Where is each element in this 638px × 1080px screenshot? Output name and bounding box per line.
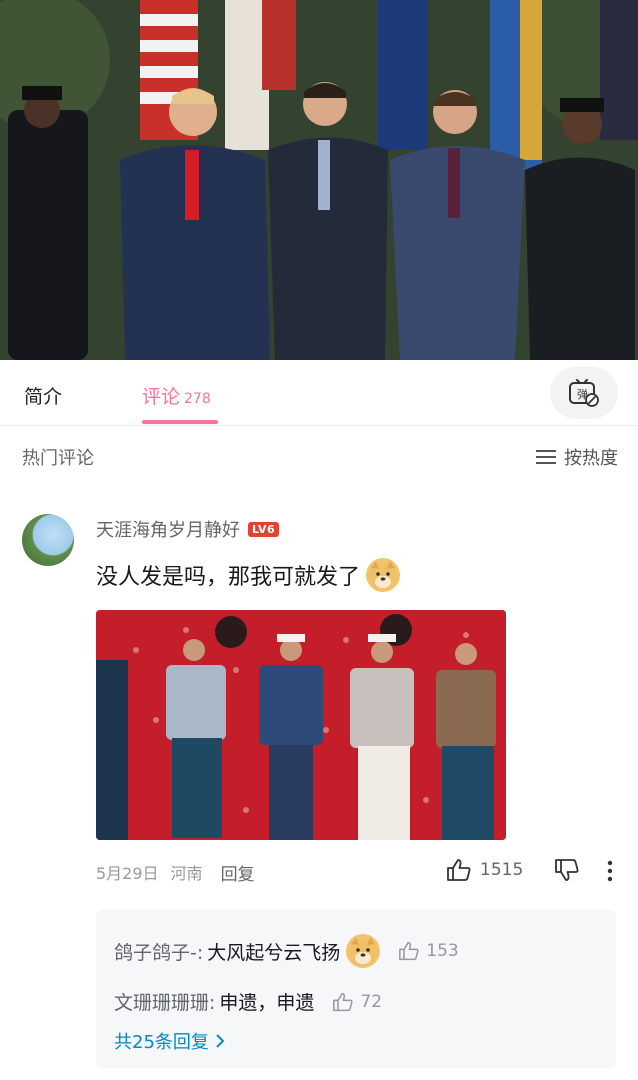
doge-emoji-icon	[366, 558, 401, 592]
thumbs-down-icon	[555, 859, 579, 881]
video-player[interactable]	[0, 0, 638, 360]
sub-reply-like-count: 72	[360, 991, 383, 1012]
sub-reply-like-button[interactable]: 72	[332, 992, 382, 1012]
thumbs-up-icon	[333, 992, 353, 1011]
comment-text: 没人发是吗，那我可就发了	[96, 565, 361, 590]
chevron-right-icon	[216, 1034, 225, 1048]
hot-comments-title: 热门评论	[22, 448, 94, 469]
comment-meta: 5月29日 河南 回复 1515	[96, 858, 626, 886]
level-badge: LV6	[248, 521, 280, 537]
comment-location: 河南	[170, 864, 203, 883]
comment-body: 没人发是吗，那我可就发了	[96, 558, 401, 592]
sort-by-hot-button[interactable]: 按热度	[536, 444, 618, 470]
tab-intro[interactable]: 简介	[24, 382, 62, 409]
sub-reply[interactable]: 鸽子鸽子-: 大风起兮云飞扬 153	[114, 934, 459, 968]
tab-comments-label: 评论	[142, 386, 181, 408]
active-tab-indicator	[142, 420, 218, 424]
like-button[interactable]: 1515	[446, 858, 523, 882]
more-vertical-icon	[607, 860, 613, 882]
thumbs-up-icon	[399, 941, 419, 961]
avatar[interactable]	[22, 514, 74, 566]
comment-image[interactable]	[96, 610, 506, 840]
danmaku-off-icon: 弹	[569, 379, 599, 407]
sub-reply-author[interactable]: 文珊珊珊珊:	[114, 988, 215, 1015]
like-count: 1515	[480, 860, 524, 880]
tab-bar: 简介 评论 278	[0, 360, 638, 426]
video-frame-illustration	[0, 0, 638, 360]
more-options-button[interactable]	[606, 860, 614, 886]
view-all-replies-link[interactable]: 共25条回复	[114, 1028, 225, 1054]
comments-header: 热门评论 按热度	[0, 426, 638, 482]
username[interactable]: 天涯海角岁月静好	[96, 516, 240, 542]
thumbs-up-icon	[447, 859, 471, 881]
doge-emoji-icon	[346, 934, 381, 968]
comment-image-illustration	[96, 610, 506, 840]
sub-reply-like-count: 153	[426, 941, 459, 961]
comments-count: 278	[184, 391, 211, 407]
list-icon	[536, 450, 556, 464]
sub-reply-text: 大风起兮云飞扬	[207, 941, 341, 964]
danmaku-toggle-button[interactable]: 弹	[550, 367, 618, 419]
sub-replies-panel: 鸽子鸽子-: 大风起兮云飞扬 153 文珊珊珊珊: 申遗，申遗 72 共25条回…	[96, 910, 616, 1068]
sub-reply-text: 申遗，申遗	[219, 992, 315, 1014]
dislike-button[interactable]	[554, 858, 580, 886]
comment-date: 5月29日	[96, 864, 159, 883]
sub-reply-like-button[interactable]: 153	[398, 941, 459, 961]
svg-text:弹: 弹	[577, 387, 588, 401]
sort-label: 按热度	[564, 448, 618, 469]
sub-reply-author[interactable]: 鸽子鸽子-:	[114, 938, 203, 965]
sub-reply[interactable]: 文珊珊珊珊: 申遗，申遗 72	[114, 988, 382, 1015]
total-replies-label: 共25条回复	[114, 1032, 209, 1053]
reply-button[interactable]: 回复	[221, 860, 255, 885]
tab-comments[interactable]: 评论 278	[142, 382, 211, 409]
comment-author: 天涯海角岁月静好 LV6	[96, 516, 280, 542]
